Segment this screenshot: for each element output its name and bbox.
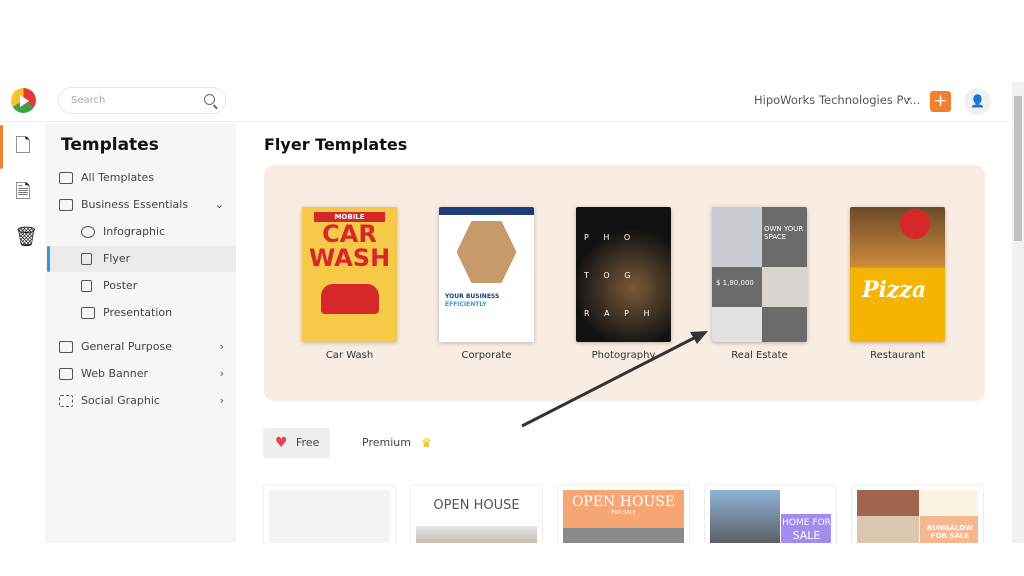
template-card[interactable] — [263, 484, 396, 543]
annotation-arrow — [521, 331, 708, 428]
template-title: BUNGALOW — [927, 524, 973, 532]
filter-label: Premium — [362, 436, 411, 449]
template-card[interactable]: BUNGALOW FOR SALE — [851, 484, 984, 543]
scrollbar-thumb[interactable] — [1014, 96, 1022, 241]
template-card[interactable]: OPEN HOUSE — [410, 484, 543, 543]
template-title: OPEN HOUSE — [433, 498, 520, 513]
filter-premium[interactable]: ♛ Premium — [341, 428, 432, 458]
thumbnail: BUNGALOW FOR SALE — [857, 490, 978, 543]
thumbnail: HOME FOR SALE — [710, 490, 831, 543]
template-title: OPEN HOUSE — [571, 494, 676, 510]
template-card[interactable]: HOME FOR SALE — [704, 484, 837, 543]
app: Search HipoWorks Technologies Pv... ⌄ + … — [0, 82, 1024, 543]
scrollbar[interactable] — [1012, 82, 1024, 543]
filter-free[interactable]: ♥ Free — [263, 428, 330, 458]
template-title: HOME FOR — [782, 518, 831, 528]
template-subtitle: FOR SALE — [611, 510, 636, 516]
heart-icon: ♥ — [275, 435, 288, 451]
filter-label: Free — [296, 436, 320, 449]
template-subtitle: SALE — [792, 529, 821, 542]
thumbnail: OPEN HOUSE FOR SALE — [563, 490, 684, 543]
crown-icon: ♛ — [421, 436, 432, 450]
thumbnail: OPEN HOUSE — [416, 490, 537, 543]
template-card[interactable]: OPEN HOUSE FOR SALE — [557, 484, 690, 543]
thumbnail — [269, 490, 390, 543]
template-subtitle: FOR SALE — [930, 532, 970, 540]
